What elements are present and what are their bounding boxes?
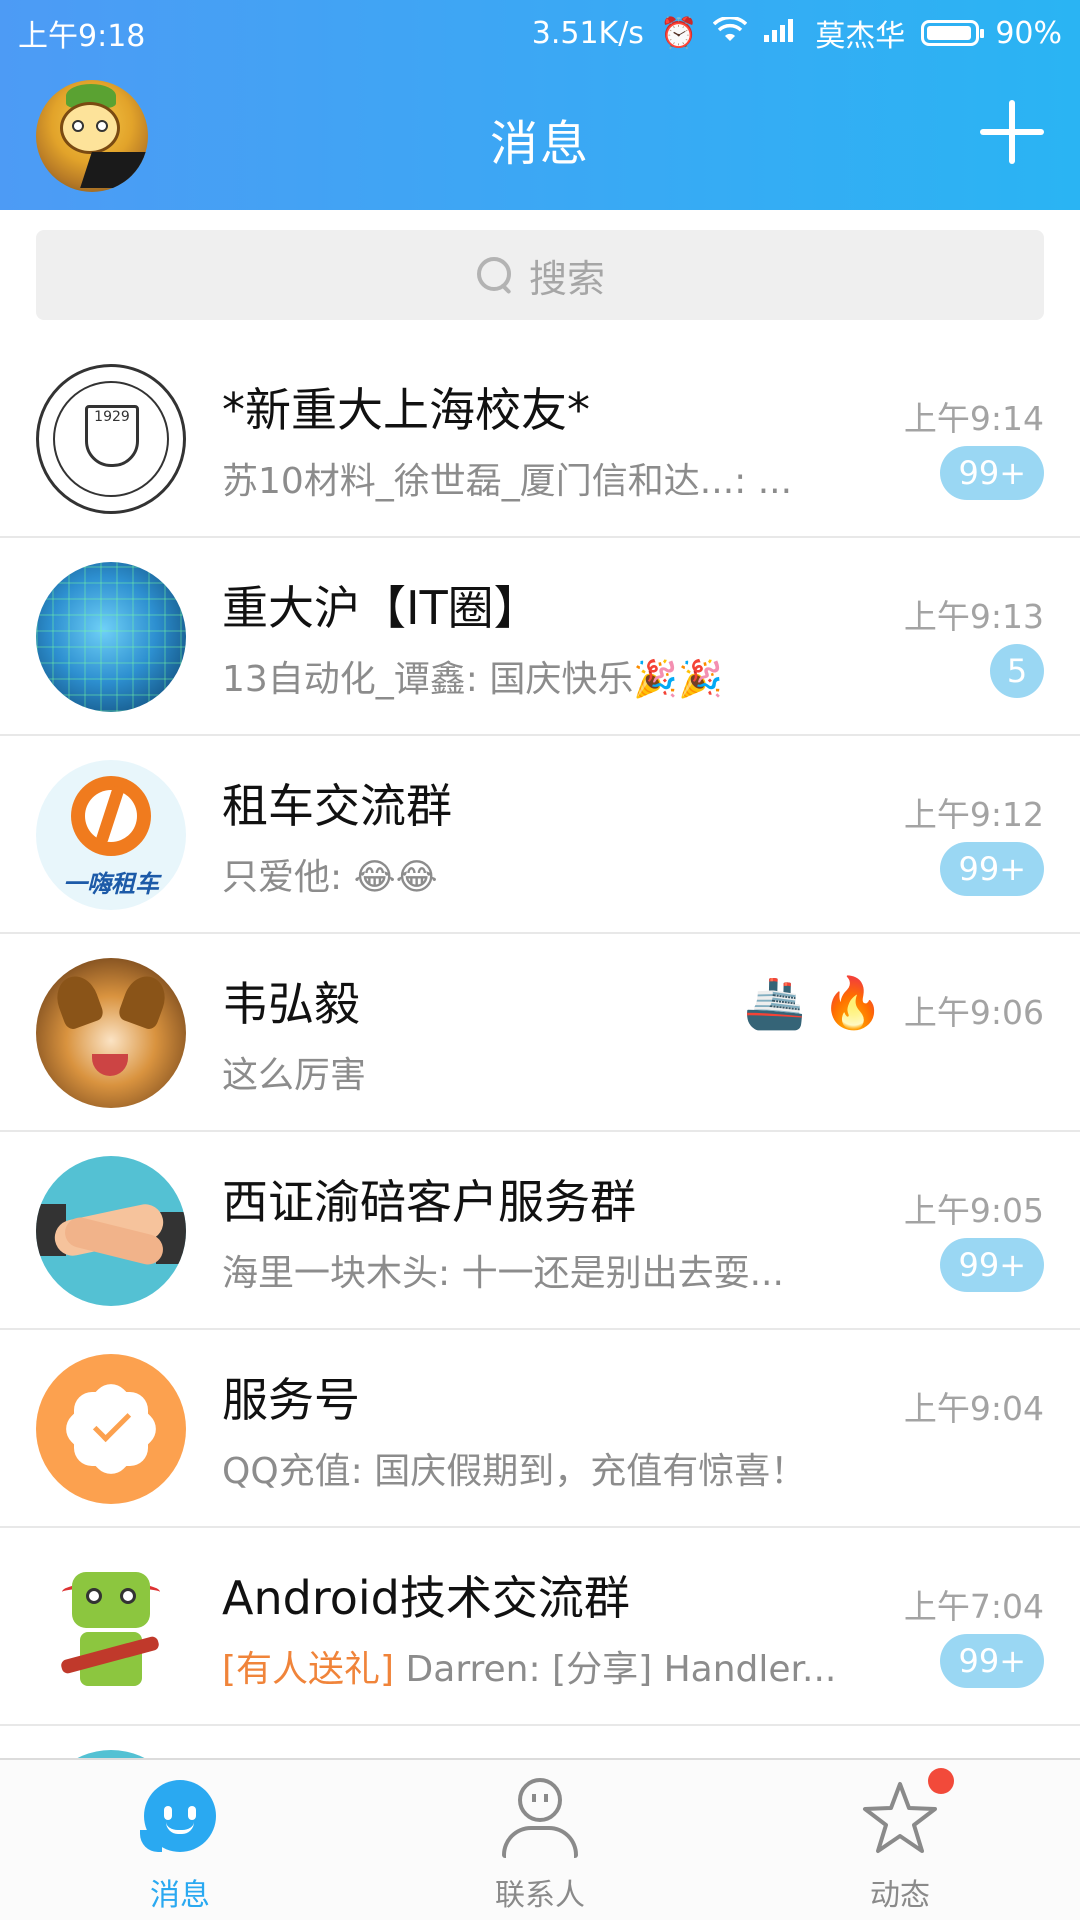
- conversation-item[interactable]: 服务号 QQ充值: 国庆假期到，充值有惊喜！ 上午9:04: [0, 1330, 1080, 1528]
- conversation-preview: 海里一块木头: 十一还是别出去耍...: [222, 1253, 784, 1294]
- conversation-name: 韦弘毅: [222, 977, 360, 1031]
- group-avatar: [36, 1156, 186, 1306]
- search-placeholder: 搜索: [528, 256, 605, 301]
- avatar-logo-text: 一嗨租车: [63, 870, 159, 898]
- gift-tag: [有人送礼]: [222, 1649, 395, 1690]
- conversation-time: 上午9:14: [903, 399, 1044, 438]
- conversation-name: 重大沪【IT圈】: [222, 581, 540, 635]
- battery-icon: [921, 20, 985, 46]
- group-avatar: 一嗨租车: [36, 760, 186, 910]
- conversation-list: 1929 *新重大上海校友* 苏10材料_徐世磊_厦门信和达...: ... 上…: [0, 340, 1080, 1766]
- conversation-name: 西证渝碚客户服务群: [222, 1175, 636, 1229]
- carrier-name: 莫杰华: [815, 19, 906, 54]
- search-icon: [475, 255, 515, 295]
- preview-text: Darren: [分享] Handler...: [394, 1649, 837, 1690]
- conversation-name: 租车交流群: [222, 779, 452, 833]
- status-time: 上午9:18: [18, 19, 146, 54]
- plus-icon[interactable]: [980, 100, 1044, 164]
- conversation-name: 服务号: [222, 1373, 360, 1427]
- conversation-time: 上午7:04: [903, 1587, 1044, 1626]
- conversation-preview: [有人送礼] Darren: [分享] Handler...: [222, 1640, 862, 1692]
- alarm-icon: ⏰: [659, 15, 698, 51]
- unread-badge: 5: [990, 644, 1044, 698]
- unread-badge: 99+: [940, 1238, 1044, 1292]
- tab-messages[interactable]: 消息: [80, 1760, 280, 1920]
- conversation-item[interactable]: 一嗨租车 租车交流群 只爱他: 😂😂 上午9:12 99+: [0, 736, 1080, 934]
- bottom-tab-bar: 消息 联系人 动态: [0, 1758, 1080, 1920]
- tab-contacts[interactable]: 联系人: [440, 1760, 640, 1920]
- tab-label: 消息: [150, 1878, 210, 1913]
- status-bar: 上午9:18 3.51K/s ⏰ 莫杰华 90%: [0, 0, 1080, 62]
- unread-badge: 99+: [940, 446, 1044, 500]
- tab-label: 动态: [870, 1878, 930, 1913]
- conversation-preview: 苏10材料_徐世磊_厦门信和达...: ...: [222, 461, 793, 502]
- signal-icon: [763, 16, 799, 51]
- service-avatar: [36, 1354, 186, 1504]
- conversation-preview: QQ充值: 国庆假期到，充值有惊喜！: [222, 1451, 807, 1492]
- group-avatar: [36, 562, 186, 712]
- tab-feed[interactable]: 动态: [800, 1760, 1000, 1920]
- status-right: 3.51K/s ⏰ 莫杰华 90%: [532, 11, 1062, 55]
- friend-flags: 🚢 🔥: [743, 974, 884, 1033]
- conversation-time: 上午9:06: [903, 993, 1044, 1032]
- conversation-name: Android技术交流群: [222, 1571, 630, 1625]
- notification-dot: [928, 1768, 954, 1794]
- conversation-time: 上午9:04: [903, 1389, 1044, 1428]
- group-avatar: [36, 1552, 186, 1702]
- person-icon: [502, 1778, 578, 1858]
- page-title: 消息: [489, 116, 590, 172]
- conversation-item[interactable]: 西证渝碚客户服务群 海里一块木头: 十一还是别出去耍... 上午9:05 99+: [0, 1132, 1080, 1330]
- conversation-item[interactable]: 重大沪【IT圈】 13自动化_谭鑫: 国庆快乐🎉🎉 上午9:13 5: [0, 538, 1080, 736]
- ship-icon: 🚢: [743, 974, 806, 1032]
- conversation-preview: 这么厉害: [222, 1055, 367, 1096]
- conversation-preview: 13自动化_谭鑫: 国庆快乐🎉🎉: [222, 659, 724, 700]
- conversation-time: 上午9:13: [903, 597, 1044, 636]
- conversation-time: 上午9:05: [903, 1191, 1044, 1230]
- conversation-item[interactable]: Android技术交流群 [有人送礼] Darren: [分享] Handler…: [0, 1528, 1080, 1726]
- fire-icon: 🔥: [821, 974, 884, 1032]
- search-input[interactable]: 搜索: [36, 230, 1044, 320]
- app-header: 上午9:18 3.51K/s ⏰ 莫杰华 90% 消息: [0, 0, 1080, 210]
- wifi-icon: [713, 15, 748, 51]
- conversation-preview: 只爱他: 😂😂: [222, 857, 438, 898]
- unread-badge: 99+: [940, 1634, 1044, 1688]
- conversation-item[interactable]: 韦弘毅 🚢 🔥 这么厉害 上午9:06: [0, 934, 1080, 1132]
- unread-badge: 99+: [940, 842, 1044, 896]
- group-avatar: 1929: [36, 364, 186, 514]
- star-icon: [860, 1778, 940, 1858]
- conversation-item[interactable]: 1929 *新重大上海校友* 苏10材料_徐世磊_厦门信和达...: ... 上…: [0, 340, 1080, 538]
- conversation-name: *新重大上海校友*: [222, 383, 590, 437]
- contact-avatar: [36, 958, 186, 1108]
- search-area: 搜索: [0, 210, 1080, 340]
- conversation-time: 上午9:12: [903, 795, 1044, 834]
- battery-level: 90%: [995, 15, 1062, 51]
- net-speed: 3.51K/s: [531, 15, 644, 51]
- chat-smile-icon: [140, 1780, 216, 1852]
- tab-label: 联系人: [495, 1878, 585, 1913]
